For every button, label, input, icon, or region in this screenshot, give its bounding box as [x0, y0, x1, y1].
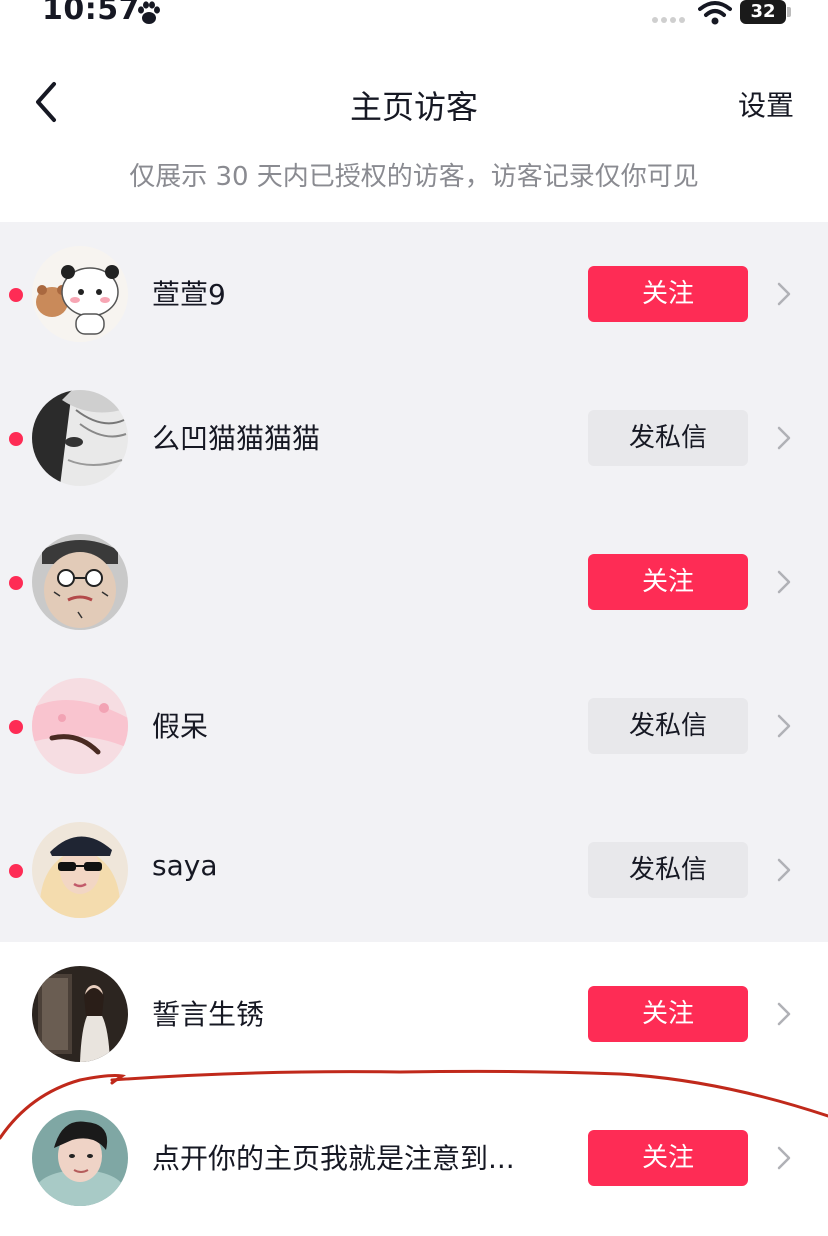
nav-bar: 主页访客 设置: [0, 64, 828, 144]
follow-button[interactable]: 关注: [588, 266, 748, 322]
message-button[interactable]: 发私信: [588, 410, 748, 466]
paw-icon: [138, 1, 160, 24]
privacy-notice: 仅展示 30 天内已授权的访客，访客记录仅你可见: [129, 162, 699, 192]
unread-dot: [9, 864, 23, 878]
visitor-row[interactable]: 关注: [0, 510, 828, 654]
visitor-name: 点开你的主页我就是注意到...: [152, 1142, 515, 1175]
avatar[interactable]: [32, 246, 128, 342]
visitor-row[interactable]: 萱萱9 关注: [0, 222, 828, 366]
visitor-name: 誓言生锈: [152, 998, 265, 1031]
message-button[interactable]: 发私信: [588, 842, 748, 898]
visitor-row[interactable]: 么凹猫猫猫猫 发私信: [0, 366, 828, 510]
battery-indicator: 32: [740, 0, 792, 24]
visitor-name: 么凹猫猫猫猫: [152, 422, 321, 455]
unread-dot: [9, 288, 23, 302]
chevron-right-icon[interactable]: [774, 280, 794, 308]
signal-icon: [652, 17, 685, 23]
avatar[interactable]: [32, 678, 128, 774]
status-bar: 10:57 32: [0, 0, 828, 40]
avatar[interactable]: [32, 390, 128, 486]
avatar[interactable]: [32, 1110, 128, 1206]
wifi-icon: [698, 1, 732, 25]
visitor-row[interactable]: 假呆 发私信: [0, 654, 828, 798]
message-button[interactable]: 发私信: [588, 698, 748, 754]
battery-level: 32: [750, 1, 776, 22]
unread-dot: [9, 720, 23, 734]
visitor-list: 萱萱9 关注 么凹猫猫猫猫 发私信 关注 假呆 发私信 saya 发私信 誓言生…: [0, 222, 828, 1230]
page-title: 主页访客: [349, 88, 478, 126]
follow-button[interactable]: 关注: [588, 986, 748, 1042]
status-time: 10:57: [42, 0, 140, 27]
visitor-row[interactable]: 誓言生锈 关注: [0, 942, 828, 1086]
avatar[interactable]: [32, 534, 128, 630]
chevron-right-icon[interactable]: [774, 424, 794, 452]
avatar[interactable]: [32, 966, 128, 1062]
chevron-right-icon[interactable]: [774, 568, 794, 596]
chevron-right-icon[interactable]: [774, 1000, 794, 1028]
visitor-name: saya: [152, 849, 218, 882]
unread-dot: [9, 432, 23, 446]
follow-button[interactable]: 关注: [588, 554, 748, 610]
avatar[interactable]: [32, 822, 128, 918]
chevron-right-icon[interactable]: [774, 856, 794, 884]
settings-button[interactable]: 设置: [738, 84, 794, 124]
chevron-right-icon[interactable]: [774, 1144, 794, 1172]
visitor-row[interactable]: saya 发私信: [0, 798, 828, 942]
unread-dot: [9, 576, 23, 590]
visitor-name: 假呆: [152, 710, 209, 743]
visitor-row[interactable]: 点开你的主页我就是注意到... 关注: [0, 1086, 828, 1230]
visitor-name: 萱萱9: [152, 278, 226, 311]
follow-button[interactable]: 关注: [588, 1130, 748, 1186]
chevron-right-icon[interactable]: [774, 712, 794, 740]
